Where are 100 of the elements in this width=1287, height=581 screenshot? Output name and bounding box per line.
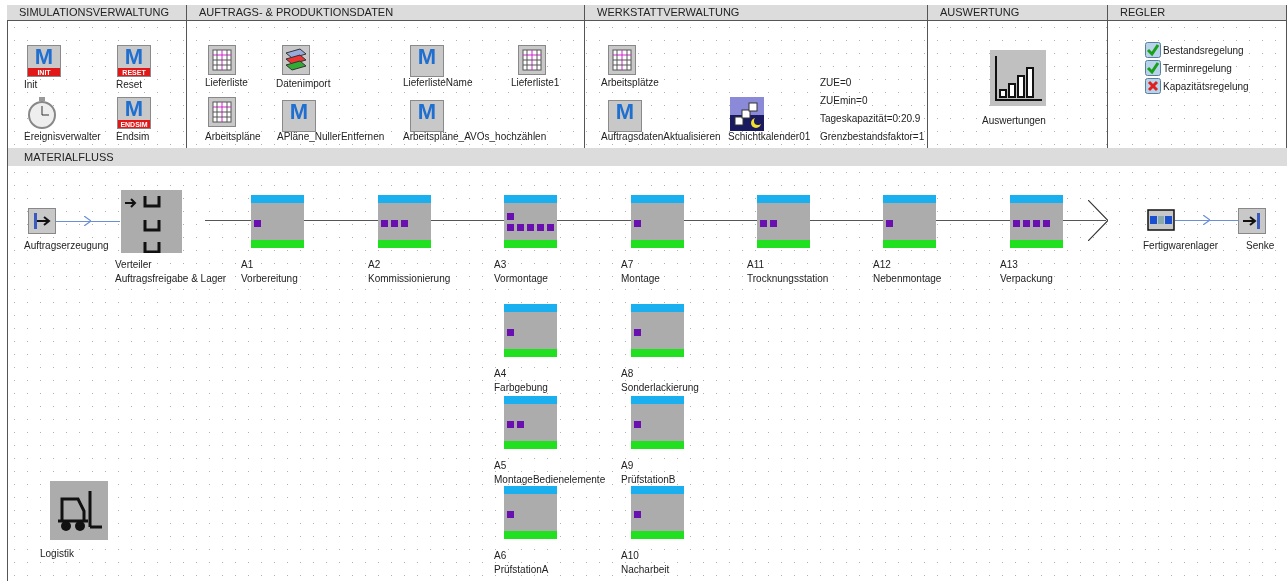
cross-checkbox[interactable] xyxy=(1145,78,1161,94)
part-square xyxy=(254,220,261,227)
variable-value: ZUE=0 xyxy=(820,77,852,89)
part-square xyxy=(391,220,398,227)
station-name: Nebenmontage xyxy=(873,273,942,285)
variable-value: Tageskapazität=0:20.9 xyxy=(820,113,921,125)
method-icon[interactable]: M xyxy=(608,100,642,132)
method-icon[interactable]: M xyxy=(282,100,316,132)
station-name: Kommissionierung xyxy=(368,273,451,285)
forklift-icon[interactable] xyxy=(50,481,108,540)
bar-chart-icon[interactable] xyxy=(990,50,1046,106)
table-icon[interactable] xyxy=(518,45,546,75)
sink-icon[interactable] xyxy=(1238,208,1266,234)
checkbox-label: Terminregelung xyxy=(1163,63,1232,75)
station-block[interactable] xyxy=(504,195,557,248)
source-icon[interactable] xyxy=(28,208,56,234)
calendar-icon[interactable] xyxy=(730,97,764,131)
station-block[interactable] xyxy=(757,195,810,248)
connector-line xyxy=(56,221,120,222)
station-id: A7 xyxy=(621,259,634,271)
part-square xyxy=(634,511,641,518)
station-block[interactable] xyxy=(1010,195,1063,248)
table-icon[interactable] xyxy=(208,45,236,75)
object-label: Verteiler xyxy=(115,259,152,271)
method-icon[interactable]: M xyxy=(410,45,444,77)
station-name: Vormontage xyxy=(494,273,548,285)
object-label: Auftragsfreigabe & Lager xyxy=(115,273,227,285)
station-name: Verpackung xyxy=(1000,273,1053,285)
part-square xyxy=(537,223,544,231)
part-square xyxy=(1043,220,1050,227)
station-id: A13 xyxy=(1000,259,1018,271)
section-title: AUSWERTUNG xyxy=(940,5,1020,21)
object-label: Ereignisverwalter xyxy=(24,131,101,143)
station-name: PrüfstationB xyxy=(621,474,676,486)
section-title: SIMULATIONSVERWALTUNG xyxy=(19,5,169,21)
variable-value: ZUEmin=0 xyxy=(820,95,868,107)
station-name: Vorbereitung xyxy=(241,273,298,285)
station-id: A6 xyxy=(494,550,507,562)
object-label: Auswertungen xyxy=(982,115,1046,127)
station-id: A11 xyxy=(747,259,765,271)
object-label: AuftragsdatenAktualisieren xyxy=(601,131,721,143)
store-icon[interactable] xyxy=(1147,208,1175,232)
object-label: Init xyxy=(24,79,38,91)
object-label: APläne_NullerEntfernen xyxy=(277,131,385,143)
checkmark-checkbox[interactable] xyxy=(1145,60,1161,76)
part-square xyxy=(507,421,514,428)
station-id: A3 xyxy=(494,259,507,271)
part-square xyxy=(1013,220,1020,227)
station-id: A8 xyxy=(621,368,634,380)
object-label: Lieferliste1 xyxy=(511,77,560,89)
part-square xyxy=(1033,220,1040,227)
checkbox-label: Bestandsregelung xyxy=(1163,45,1244,57)
connector-line xyxy=(205,220,251,221)
object-label: Senke xyxy=(1246,240,1275,252)
part-square xyxy=(760,220,767,227)
station-name: Sonderlackierung xyxy=(621,382,699,394)
object-label: Arbeitsplätze xyxy=(601,77,659,89)
stopwatch-icon[interactable] xyxy=(27,97,57,129)
station-id: A4 xyxy=(494,368,507,380)
part-square xyxy=(1023,220,1030,227)
part-square xyxy=(507,511,514,518)
station-id: A2 xyxy=(368,259,381,271)
part-square xyxy=(527,223,534,231)
station-name: Farbgebung xyxy=(494,382,548,394)
part-square xyxy=(634,421,641,428)
arrow-head-icon xyxy=(84,216,91,226)
station-name: Trocknungsstation xyxy=(747,273,829,285)
object-label: Arbeitspläne_AVOs_hochzählen xyxy=(403,131,547,143)
part-square xyxy=(401,220,408,227)
part-square xyxy=(634,220,641,227)
object-label: Endsim xyxy=(116,131,150,143)
part-square xyxy=(507,329,514,336)
object-label: Schichtkalender01 xyxy=(728,131,811,143)
part-square xyxy=(507,223,514,231)
table-icon[interactable] xyxy=(208,97,236,127)
station-id: A1 xyxy=(241,259,254,271)
object-label: Lieferliste xyxy=(205,77,248,89)
layers-icon[interactable] xyxy=(282,45,310,75)
station-block[interactable] xyxy=(378,195,431,248)
station-name: Montage xyxy=(621,273,660,285)
connector-line xyxy=(1175,220,1238,221)
section-title: AUFTRAGS- & PRODUKTIONSDATEN xyxy=(199,5,394,21)
table-icon[interactable] xyxy=(608,45,636,75)
part-square xyxy=(547,223,554,231)
object-label: Logistik xyxy=(40,548,74,560)
station-id: A5 xyxy=(494,460,507,472)
section-title: REGLER xyxy=(1120,5,1166,21)
station-id: A10 xyxy=(621,550,639,562)
part-square xyxy=(517,223,524,231)
section-title: MATERIALFLUSS xyxy=(24,149,114,165)
checkbox-label: Kapazitätsregelung xyxy=(1163,81,1249,93)
station-block[interactable] xyxy=(504,396,557,449)
object-label: Arbeitspläne xyxy=(205,131,261,143)
distributor-block[interactable] xyxy=(121,190,182,253)
method-icon[interactable]: M xyxy=(410,100,444,132)
part-square xyxy=(634,329,641,336)
variable-value: Grenzbestandsfaktor=1 xyxy=(820,131,925,143)
checkmark-checkbox[interactable] xyxy=(1145,42,1161,58)
arrow-head-icon xyxy=(1203,215,1210,225)
part-square xyxy=(517,421,524,428)
